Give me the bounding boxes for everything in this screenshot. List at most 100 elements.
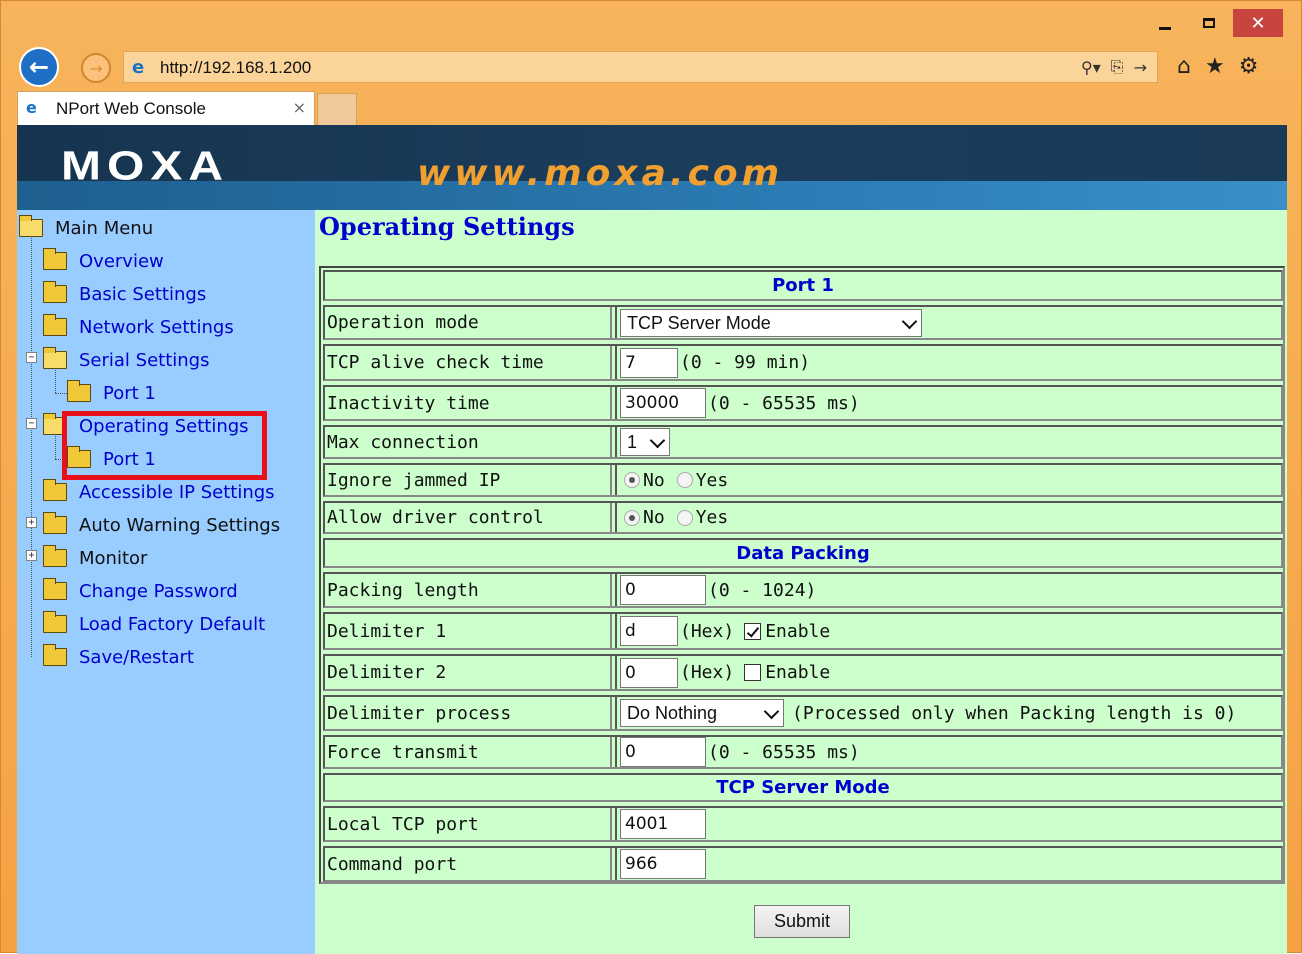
field-label: Ignore jammed IP	[325, 465, 612, 495]
expand-toggle[interactable]: +	[26, 550, 37, 561]
menu-label: Port 1	[103, 382, 156, 404]
radio-label: No	[643, 469, 665, 491]
menu-label: Change Password	[79, 580, 238, 602]
table-row: Packing length 0 (0 - 1024)	[323, 572, 1283, 608]
search-icon[interactable]: ⚲▾	[1081, 58, 1101, 77]
folder-icon	[67, 380, 91, 402]
section-header-port: Port 1	[323, 270, 1283, 301]
operation-mode-select[interactable]: TCP Server Mode	[620, 308, 922, 337]
menu-label: Load Factory Default	[79, 613, 266, 635]
folder-icon	[43, 314, 67, 336]
field-hint: (0 - 65535 ms)	[708, 741, 860, 763]
delimiter-process-select[interactable]: Do Nothing	[620, 699, 784, 727]
expand-toggle[interactable]: +	[26, 517, 37, 528]
favorites-star-icon[interactable]: ★	[1205, 54, 1225, 79]
inactivity-time-input[interactable]: 30000	[620, 388, 706, 418]
delimiter2-input[interactable]: 0	[620, 657, 678, 688]
chevron-down-icon	[901, 313, 918, 329]
ignore-jammed-yes-radio[interactable]	[676, 472, 693, 488]
radio-label: Yes	[695, 469, 729, 491]
maximize-icon	[1203, 18, 1215, 28]
tcp-alive-input[interactable]: 7	[620, 347, 678, 378]
command-port-input[interactable]: 966	[620, 849, 706, 879]
menu-root-main[interactable]: Main Menu	[19, 214, 153, 242]
tab-close-icon[interactable]: ×	[293, 98, 306, 117]
address-bar[interactable]: e http://192.168.1.200 ⚲▾ ⎘ →	[123, 51, 1158, 83]
radio-label: No	[643, 507, 665, 528]
content-panel: Operating Settings Port 1 Operation mode…	[315, 210, 1287, 954]
tab-strip: e NPort Web Console ×	[1, 91, 1301, 125]
table-row: Command port 966	[323, 846, 1283, 882]
menu-label: Monitor	[79, 547, 148, 569]
packing-length-input[interactable]: 0	[620, 575, 706, 605]
select-value: TCP Server Mode	[627, 312, 771, 333]
settings-gear-icon[interactable]: ⚙	[1239, 54, 1259, 79]
delimiter2-enable-checkbox[interactable]	[744, 664, 762, 681]
field-label: Delimiter 1	[325, 614, 612, 648]
delimiter1-input[interactable]: d	[620, 616, 678, 646]
field-hint: (Hex)	[680, 662, 735, 683]
local-tcp-port-input[interactable]: 4001	[620, 809, 706, 839]
url-text[interactable]: http://192.168.1.200	[160, 58, 311, 78]
field-value-cell: No Yes	[615, 465, 1281, 495]
field-label: Packing length	[325, 574, 612, 606]
minimize-icon	[1159, 26, 1171, 30]
menu-label: Overview	[79, 250, 164, 272]
ignore-jammed-no-radio[interactable]	[624, 472, 640, 488]
menu-item-monitor[interactable]: Monitor	[43, 544, 147, 572]
collapse-toggle[interactable]: −	[26, 352, 37, 363]
field-hint: (0 - 65535 ms)	[708, 392, 860, 414]
menu-label: Main Menu	[55, 217, 154, 239]
menu-label: Basic Settings	[79, 283, 207, 305]
radio-label: Yes	[695, 507, 729, 528]
select-value: 1	[627, 432, 638, 452]
table-row: Delimiter 2 0 (Hex) Enable	[323, 654, 1283, 691]
folder-icon	[43, 248, 67, 270]
tree-line	[31, 232, 32, 657]
menu-item-accessible-ip[interactable]: Accessible IP Settings	[43, 478, 275, 506]
home-icon[interactable]: ⌂	[1177, 54, 1191, 79]
forward-button[interactable]: →	[81, 53, 111, 83]
table-row: Operation mode TCP Server Mode	[323, 305, 1283, 340]
browser-tab[interactable]: e NPort Web Console ×	[17, 91, 315, 125]
field-value-cell: TCP Server Mode	[615, 307, 1281, 338]
close-window-button[interactable]: ✕	[1233, 9, 1283, 37]
settings-table: Port 1 Operation mode TCP Server Mode TC…	[319, 266, 1285, 884]
chevron-down-icon	[763, 703, 780, 720]
field-hint: (0 - 1024)	[708, 579, 817, 601]
allow-driver-no-radio[interactable]	[624, 509, 640, 526]
go-arrow-icon[interactable]: →	[1134, 58, 1147, 77]
table-row: Allow driver control No Yes	[323, 501, 1283, 534]
max-connection-select[interactable]: 1	[620, 428, 670, 456]
menu-item-overview[interactable]: Overview	[43, 247, 164, 275]
table-row: Ignore jammed IP No Yes	[323, 463, 1283, 497]
compat-view-icon[interactable]: ⎘	[1111, 57, 1124, 77]
minimize-button[interactable]	[1143, 9, 1187, 37]
field-value-cell: 1	[615, 427, 1281, 457]
menu-label: Network Settings	[79, 316, 234, 338]
chevron-down-icon	[649, 432, 666, 449]
menu-item-change-password[interactable]: Change Password	[43, 577, 238, 605]
force-transmit-input[interactable]: 0	[620, 737, 706, 767]
menu-item-serial-settings[interactable]: Serial Settings	[43, 346, 209, 374]
menu-item-save-restart[interactable]: Save/Restart	[43, 643, 194, 671]
menu-label: Save/Restart	[79, 646, 194, 668]
maximize-button[interactable]	[1187, 9, 1231, 37]
new-tab-button[interactable]	[317, 93, 357, 125]
menu-item-load-factory-default[interactable]: Load Factory Default	[43, 610, 265, 638]
menu-label: Accessible IP Settings	[79, 481, 275, 503]
field-value-cell: No Yes	[615, 503, 1281, 532]
menu-item-network-settings[interactable]: Network Settings	[43, 313, 234, 341]
section-title: TCP Server Mode	[716, 777, 890, 798]
field-label: Force transmit	[325, 737, 612, 767]
highlight-annotation	[62, 411, 267, 480]
submit-button[interactable]: Submit	[754, 905, 850, 938]
menu-item-auto-warning[interactable]: Auto Warning Settings	[43, 511, 280, 539]
menu-item-serial-port1[interactable]: Port 1	[67, 379, 156, 407]
back-button[interactable]: ←	[19, 47, 59, 87]
delimiter1-enable-checkbox[interactable]	[744, 622, 762, 640]
menu-item-basic-settings[interactable]: Basic Settings	[43, 280, 206, 308]
allow-driver-yes-radio[interactable]	[676, 509, 693, 526]
collapse-toggle[interactable]: −	[26, 418, 37, 429]
field-hint: (0 - 99 min)	[680, 352, 811, 373]
